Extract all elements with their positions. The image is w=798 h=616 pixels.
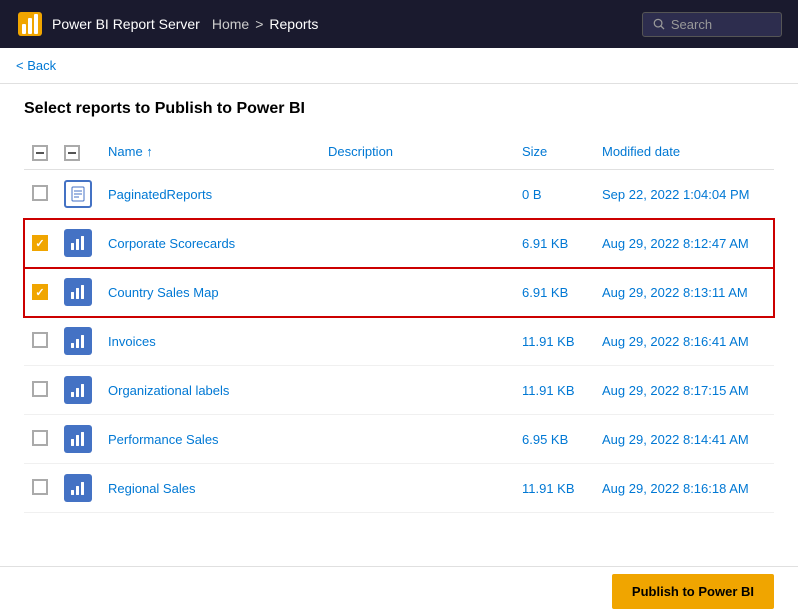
row-size: 11.91 KB [514, 317, 594, 366]
app-logo: Power BI Report Server [16, 10, 200, 38]
row-size: 11.91 KB [514, 366, 594, 415]
row-description [320, 415, 514, 464]
table-header-row: Name ↑ Description Size Modified date [24, 134, 774, 170]
row-modified-date: Aug 29, 2022 8:16:41 AM [594, 317, 774, 366]
row-name[interactable]: Performance Sales [100, 415, 320, 464]
select-all-checkbox[interactable] [32, 145, 48, 161]
table-row: Corporate Scorecards 6.91 KBAug 29, 2022 … [24, 219, 774, 268]
search-icon [653, 17, 665, 31]
row-size: 6.91 KB [514, 219, 594, 268]
row-checkbox[interactable] [32, 381, 48, 397]
table-row: Regional Sales 11.91 KBAug 29, 2022 8:16:… [24, 464, 774, 513]
file-type-icon [64, 425, 92, 453]
row-icon-cell [56, 366, 100, 415]
header-checkbox-col [24, 134, 56, 170]
row-modified-date: Aug 29, 2022 8:16:18 AM [594, 464, 774, 513]
breadcrumb-separator: > [255, 16, 263, 32]
row-icon-cell [56, 415, 100, 464]
row-name[interactable]: Country Sales Map [100, 268, 320, 317]
row-modified-date: Aug 29, 2022 8:17:15 AM [594, 366, 774, 415]
row-checkbox-cell [24, 317, 56, 366]
row-modified-date: Aug 29, 2022 8:14:41 AM [594, 415, 774, 464]
modified-header-label: Modified date [602, 144, 680, 159]
row-checkbox[interactable] [32, 479, 48, 495]
row-description [320, 317, 514, 366]
row-size: 6.91 KB [514, 268, 594, 317]
desc-header-label: Description [328, 144, 393, 159]
row-icon-cell [56, 219, 100, 268]
search-input[interactable] [671, 17, 771, 32]
search-box[interactable] [642, 12, 782, 37]
app-name: Power BI Report Server [52, 16, 200, 32]
row-checkbox-cell [24, 415, 56, 464]
bottom-bar: Publish to Power BI [0, 566, 798, 616]
header-type-checkbox [64, 145, 80, 161]
back-bar: < Back [0, 48, 798, 84]
table-row: Invoices 11.91 KBAug 29, 2022 8:16:41 AM [24, 317, 774, 366]
name-header-label: Name ↑ [108, 144, 153, 159]
file-type-icon [64, 327, 92, 355]
file-type-icon [64, 229, 92, 257]
header-size: Size [514, 134, 594, 170]
row-name[interactable]: Organizational labels [100, 366, 320, 415]
row-name[interactable]: Invoices [100, 317, 320, 366]
table-row: PaginatedReports 0 BSep 22, 2022 1:04:04 … [24, 170, 774, 219]
header: Power BI Report Server Home > Reports [0, 0, 798, 48]
file-type-icon [64, 376, 92, 404]
row-checkbox-cell [24, 219, 56, 268]
row-size: 0 B [514, 170, 594, 219]
report-table: Name ↑ Description Size Modified date Pa… [24, 134, 774, 513]
row-checkbox[interactable] [32, 332, 48, 348]
row-size: 6.95 KB [514, 415, 594, 464]
page-title: Select reports to Publish to Power BI [24, 100, 774, 118]
row-icon-cell [56, 317, 100, 366]
row-name[interactable]: Regional Sales [100, 464, 320, 513]
row-checkbox-cell [24, 170, 56, 219]
header-description: Description [320, 134, 514, 170]
row-description [320, 268, 514, 317]
row-description [320, 464, 514, 513]
header-modified: Modified date [594, 134, 774, 170]
row-checkbox[interactable] [32, 430, 48, 446]
size-header-label: Size [522, 144, 547, 159]
file-type-icon [64, 278, 92, 306]
row-checkbox[interactable] [32, 185, 48, 201]
breadcrumb: Home > Reports [212, 16, 319, 32]
row-icon-cell [56, 170, 100, 219]
file-type-icon [64, 474, 92, 502]
row-name[interactable]: Corporate Scorecards [100, 219, 320, 268]
row-modified-date: Aug 29, 2022 8:12:47 AM [594, 219, 774, 268]
row-checkbox-cell [24, 366, 56, 415]
breadcrumb-home[interactable]: Home [212, 16, 249, 32]
powerbi-logo-icon [16, 10, 44, 38]
publish-power-bi-button[interactable]: Publish to Power BI [612, 574, 774, 609]
file-type-icon [64, 180, 92, 208]
row-checkbox[interactable] [32, 235, 48, 251]
header-icon-col [56, 134, 100, 170]
row-description [320, 170, 514, 219]
table-body: PaginatedReports 0 BSep 22, 2022 1:04:04 … [24, 170, 774, 513]
row-icon-cell [56, 464, 100, 513]
row-modified-date: Aug 29, 2022 8:13:11 AM [594, 268, 774, 317]
row-checkbox[interactable] [32, 284, 48, 300]
breadcrumb-current: Reports [269, 16, 318, 32]
row-checkbox-cell [24, 268, 56, 317]
header-name[interactable]: Name ↑ [100, 134, 320, 170]
back-button[interactable]: < Back [16, 58, 782, 73]
row-name[interactable]: PaginatedReports [100, 170, 320, 219]
row-size: 11.91 KB [514, 464, 594, 513]
row-checkbox-cell [24, 464, 56, 513]
table-row: Performance Sales 6.95 KBAug 29, 2022 8:1… [24, 415, 774, 464]
main-content: Select reports to Publish to Power BI Na… [0, 84, 798, 529]
row-description [320, 366, 514, 415]
row-icon-cell [56, 268, 100, 317]
table-row: Country Sales Map 6.91 KBAug 29, 2022 8:1… [24, 268, 774, 317]
table-row: Organizational labels 11.91 KBAug 29, 202… [24, 366, 774, 415]
row-modified-date: Sep 22, 2022 1:04:04 PM [594, 170, 774, 219]
row-description [320, 219, 514, 268]
